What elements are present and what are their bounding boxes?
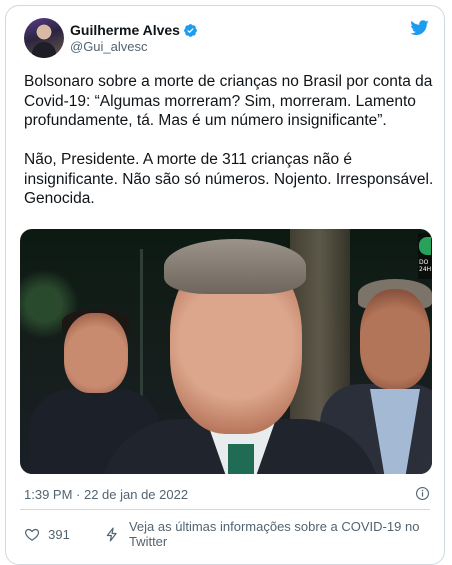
tweet-actions: 391 Veja as últimas informações sobre a … xyxy=(24,519,444,549)
verified-badge-icon xyxy=(184,23,197,37)
heart-icon[interactable] xyxy=(24,526,40,543)
covid-info-link[interactable]: Veja as últimas informações sobre a COVI… xyxy=(129,519,444,549)
tweet-card[interactable]: Guilherme Alves @Gui_alvesc Bolsonaro so… xyxy=(5,5,445,565)
like-count[interactable]: 391 xyxy=(48,527,70,542)
channel-logo-mark xyxy=(419,237,431,255)
tweet-timestamp[interactable]: 1:39 PM · 22 de jan de 2022 xyxy=(24,487,188,502)
twitter-bird-icon[interactable] xyxy=(408,18,430,38)
bolt-icon xyxy=(106,527,117,541)
info-icon[interactable] xyxy=(415,486,430,501)
tweet-text: Bolsonaro sobre a morte de crianças no B… xyxy=(24,73,434,207)
avatar[interactable] xyxy=(24,18,64,58)
channel-logo-text: DO 24H xyxy=(419,259,432,273)
author-name-row[interactable]: Guilherme Alves xyxy=(70,21,198,39)
author-name[interactable]: Guilherme Alves xyxy=(70,21,180,39)
tweet-photo[interactable]: DO 24H xyxy=(20,229,432,474)
divider xyxy=(20,509,430,510)
channel-logo: DO 24H xyxy=(418,233,432,279)
author-handle[interactable]: @Gui_alvesc xyxy=(70,39,148,54)
